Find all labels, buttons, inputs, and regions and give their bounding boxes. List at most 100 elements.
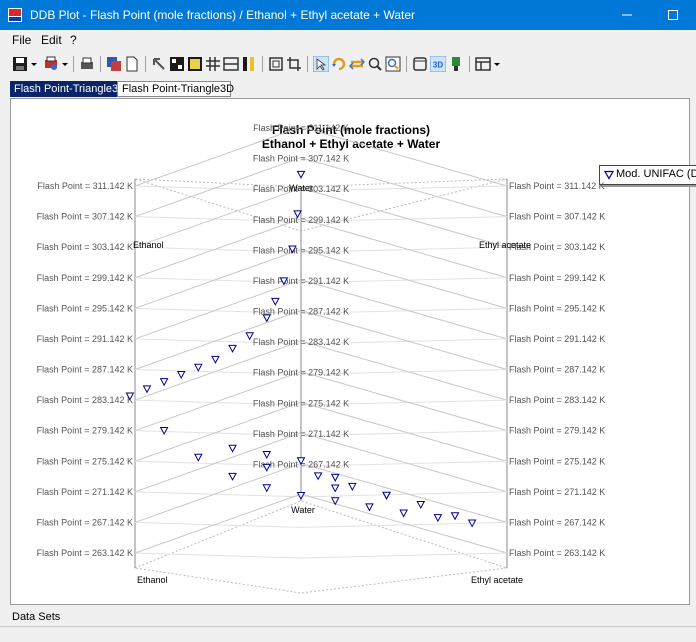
dropdown-arrow-icon[interactable]	[493, 56, 501, 72]
data-point	[296, 491, 306, 501]
minimize-icon	[622, 14, 632, 16]
z-tick-label-right: Flash Point = 267.142 K	[509, 517, 605, 527]
toolbar-separator	[307, 56, 308, 72]
data-point	[365, 503, 374, 512]
status-bar	[0, 626, 696, 642]
plot-area[interactable]: Flash Point (mole fractions) Ethanol + E…	[10, 98, 696, 605]
z-tick-label-center: Flash Point = 307.142 K	[253, 154, 349, 164]
data-sets-panel[interactable]: Data Sets	[0, 605, 696, 626]
toolbar-separator	[100, 56, 101, 72]
z-tick-label-right: Flash Point = 291.142 K	[509, 334, 605, 344]
3d-label: 3D	[433, 61, 443, 70]
menu-edit[interactable]: Edit	[41, 33, 62, 47]
z-tick-label-left: Flash Point = 307.142 K	[37, 212, 133, 222]
3d-icon[interactable]: 3D	[430, 56, 446, 72]
title-bar: DDB Plot - Flash Point (mole fractions) …	[0, 0, 696, 30]
data-point	[159, 378, 169, 387]
component-label-water-bottom: Water	[291, 505, 315, 515]
component-label-ethyl-acetate-bottom: Ethyl acetate	[471, 575, 523, 585]
dropdown-arrow-icon[interactable]	[61, 56, 69, 72]
z-tick-label-center: Flash Point = 299.142 K	[253, 215, 349, 225]
data-point	[228, 444, 237, 453]
grid-small-icon[interactable]	[169, 56, 185, 72]
pointer-icon[interactable]	[151, 56, 167, 72]
crop-icon[interactable]	[286, 56, 302, 72]
z-tick-label-right: Flash Point = 295.142 K	[509, 303, 605, 313]
copy-icon[interactable]	[106, 56, 122, 72]
table-icon[interactable]	[223, 56, 239, 72]
dropdown-arrow-icon[interactable]	[30, 56, 38, 72]
z-tick-label-right: Flash Point = 311.142 K	[509, 181, 605, 191]
data-point	[330, 484, 340, 493]
toolbar: 3D	[0, 50, 696, 78]
maximize-button[interactable]	[650, 0, 696, 30]
maximize-icon	[668, 10, 678, 20]
data-sets-label: Data Sets	[12, 611, 61, 623]
z-tick-label-right: Flash Point = 263.142 K	[509, 548, 605, 558]
toolbar-separator	[406, 56, 407, 72]
data-point	[416, 500, 426, 510]
data-point	[399, 509, 409, 518]
z-tick-label-center: Flash Point = 311.142 K	[253, 123, 349, 133]
data-point	[433, 514, 443, 523]
component-label-water-top: Water	[289, 183, 313, 193]
move-icon[interactable]	[349, 56, 365, 72]
save-icon[interactable]	[12, 56, 28, 72]
z-tick-label-center: Flash Point = 279.142 K	[253, 368, 349, 378]
zoom-icon[interactable]	[367, 56, 383, 72]
menu-help[interactable]: ?	[70, 33, 77, 47]
frame-icon[interactable]	[268, 56, 284, 72]
z-tick-label-left: Flash Point = 303.142 K	[37, 242, 133, 252]
window-icon[interactable]	[412, 56, 428, 72]
z-tick-label-left: Flash Point = 291.142 K	[37, 334, 133, 344]
z-tick-label-left: Flash Point = 311.142 K	[37, 181, 133, 191]
z-tick-label-left: Flash Point = 267.142 K	[37, 517, 133, 527]
z-tick-label-left: Flash Point = 283.142 K	[37, 395, 133, 405]
rotate-icon[interactable]	[331, 56, 347, 72]
window-title: DDB Plot - Flash Point (mole fractions) …	[30, 8, 416, 22]
data-point	[142, 385, 152, 394]
zoom-box-icon[interactable]	[385, 56, 401, 72]
menu-file[interactable]: File	[12, 33, 31, 47]
grid-icon[interactable]	[205, 56, 221, 72]
columns-icon[interactable]	[241, 56, 257, 72]
data-point	[193, 453, 203, 462]
data-point	[159, 426, 169, 436]
toolbar-separator	[73, 56, 74, 72]
data-point	[262, 450, 272, 460]
print-preview-icon[interactable]	[43, 56, 59, 72]
data-point	[176, 370, 186, 380]
ternary-3d-chart[interactable]: Flash Point = 311.142 K Flash Point = 311…	[11, 99, 689, 604]
z-tick-label-left: Flash Point = 295.142 K	[37, 303, 133, 313]
data-point	[270, 297, 280, 306]
z-tick-label-center: Flash Point = 275.142 K	[253, 398, 349, 408]
z-tick-label-left: Flash Point = 275.142 K	[37, 456, 133, 466]
layout-icon[interactable]	[475, 56, 491, 72]
data-point	[228, 472, 237, 481]
data-point	[313, 472, 323, 481]
data-point	[382, 491, 391, 500]
component-label-ethyl-acetate-top: Ethyl acetate	[479, 240, 531, 250]
new-page-icon[interactable]	[124, 56, 140, 72]
bottom-triangle-outline	[133, 500, 508, 594]
data-point	[262, 314, 272, 323]
select-arrow-icon[interactable]	[313, 56, 329, 72]
z-tick-label-center: Flash Point = 271.142 K	[253, 429, 349, 439]
z-tick-label-center: Flash Point = 295.142 K	[253, 245, 349, 255]
menu-bar: File Edit ?	[0, 30, 696, 50]
data-point	[211, 355, 220, 364]
grid-yellow-icon[interactable]	[187, 56, 203, 72]
tab-flash-point-triangle3d[interactable]: Flash Point-Triangle3D	[117, 81, 234, 97]
minimize-button[interactable]	[604, 0, 650, 30]
z-tick-label-right: Flash Point = 287.142 K	[509, 365, 605, 375]
z-tick-label-center: Flash Point = 283.142 K	[253, 337, 349, 347]
component-label-ethanol-bottom: Ethanol	[137, 575, 168, 585]
z-tick-label-left: Flash Point = 279.142 K	[37, 426, 133, 436]
z-tick-label-right: Flash Point = 275.142 K	[509, 456, 605, 466]
grid-line-front-left	[134, 552, 302, 559]
tab-flash-point-triangle3d-active[interactable]: Flash Point-Triangle3D	[10, 81, 126, 97]
color-icon[interactable]	[448, 56, 464, 72]
tab-strip: Flash Point-Triangle3D Flash Point-Trian…	[0, 79, 696, 98]
print-icon[interactable]	[79, 56, 95, 72]
z-tick-label-right: Flash Point = 307.142 K	[509, 212, 605, 222]
